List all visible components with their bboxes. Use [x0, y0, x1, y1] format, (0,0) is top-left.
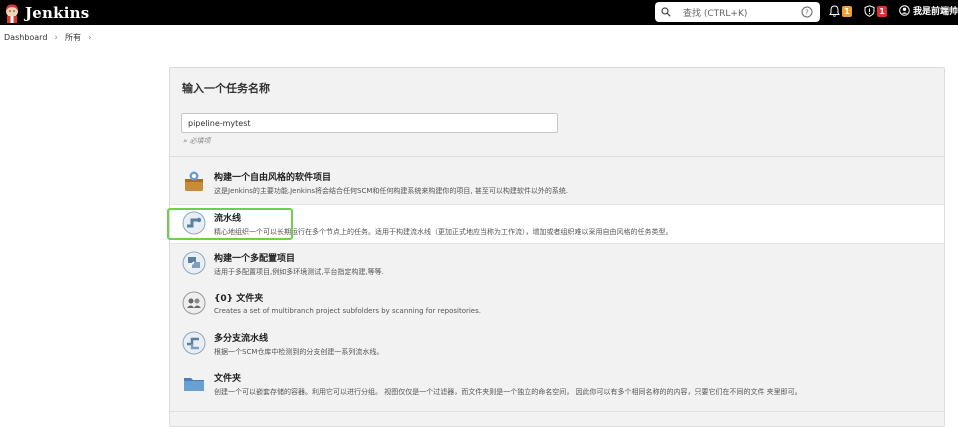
divider	[170, 156, 944, 157]
multibranch-icon	[182, 331, 206, 355]
shield-icon	[864, 5, 875, 17]
job-type-pipeline[interactable]: 流水线 精心地组织一个可以长期运行在多个节点上的任务。适用于构建流水线（更加正式…	[170, 204, 944, 244]
job-type-description: 精心地组织一个可以长期运行在多个节点上的任务。适用于构建流水线（更加正式地应当称…	[214, 228, 673, 236]
security-badge: 1	[877, 5, 887, 17]
job-type-folder[interactable]: 文件夹 创建一个可以嵌套存储的容器。利用它可以进行分组。 视图仅仅是一个过滤器，…	[170, 365, 944, 405]
breadcrumb-chevron-icon[interactable]: ›	[88, 33, 92, 43]
job-type-title: {0} 文件夹	[214, 294, 264, 304]
user-name: 我是前端帅	[913, 7, 958, 17]
notifications-button[interactable]: 1	[829, 5, 852, 17]
new-item-panel: 输入一个任务名称 » 必填项 构建一个自由风格的软件项目 这是Jenkins的主…	[169, 67, 945, 427]
jenkins-logo[interactable]: Jenkins	[3, 0, 89, 25]
pipeline-icon	[182, 211, 206, 235]
required-hint: » 必填项	[183, 137, 211, 145]
notifications-badge: 1	[842, 5, 852, 17]
svg-text:?: ?	[805, 9, 809, 17]
job-type-title: 流水线	[214, 214, 242, 224]
job-type-title: 构建一个多配置项目	[214, 254, 296, 264]
job-type-title: 文件夹	[214, 374, 242, 384]
user-icon	[899, 5, 910, 16]
breadcrumb-dashboard[interactable]: Dashboard	[4, 33, 47, 42]
item-name-input[interactable]	[181, 113, 558, 133]
job-type-multibranch[interactable]: 多分支流水线 根据一个SCM仓库中检测到的分支创建一系列流水线。	[170, 325, 944, 365]
breadcrumb-chevron-icon: ›	[54, 32, 59, 43]
job-type-title: 构建一个自由风格的软件项目	[214, 173, 332, 183]
user-menu[interactable]: 我是前端帅	[899, 4, 958, 17]
top-bar: Jenkins 查找 (CTRL+K) ? 1 1 我是前端帅	[0, 0, 958, 25]
breadcrumb: Dashboard › 所有 ›	[4, 32, 99, 43]
folder-icon	[184, 378, 204, 391]
search-icon	[661, 7, 671, 17]
search-placeholder: 查找 (CTRL+K)	[683, 8, 748, 19]
search-box[interactable]: 查找 (CTRL+K) ?	[655, 2, 820, 22]
job-type-multiconfig[interactable]: 构建一个多配置项目 适用于多配置项目,例如多环境测试,平台指定构建,等等.	[170, 245, 944, 285]
job-type-title: 多分支流水线	[214, 334, 269, 344]
bell-icon	[829, 5, 840, 17]
org-folder-icon	[182, 291, 206, 315]
divider	[170, 411, 944, 412]
freestyle-icon	[185, 171, 203, 191]
job-type-organization-folder[interactable]: {0} 文件夹 Creates a set of multibranch pro…	[170, 285, 944, 325]
help-icon[interactable]: ?	[801, 6, 813, 18]
job-type-description: 这是Jenkins的主要功能.Jenkins将会结合任何SCM和任何构建系统来构…	[214, 187, 569, 195]
job-type-description: 创建一个可以嵌套存储的容器。利用它可以进行分组。 视图仅仅是一个过滤器，而文件夹…	[214, 388, 802, 396]
jenkins-butler-icon	[6, 3, 18, 23]
security-button[interactable]: 1	[864, 5, 887, 17]
job-type-freestyle[interactable]: 构建一个自由风格的软件项目 这是Jenkins的主要功能.Jenkins将会结合…	[170, 164, 944, 204]
breadcrumb-all[interactable]: 所有	[65, 32, 81, 43]
job-type-description: 适用于多配置项目,例如多环境测试,平台指定构建,等等.	[214, 268, 384, 276]
job-type-description: Creates a set of multibranch project sub…	[214, 307, 481, 315]
multiconfig-icon	[182, 251, 206, 275]
page-title: 输入一个任务名称	[182, 82, 270, 95]
job-type-description: 根据一个SCM仓库中检测到的分支创建一系列流水线。	[214, 348, 384, 356]
app-name: Jenkins	[25, 3, 90, 22]
